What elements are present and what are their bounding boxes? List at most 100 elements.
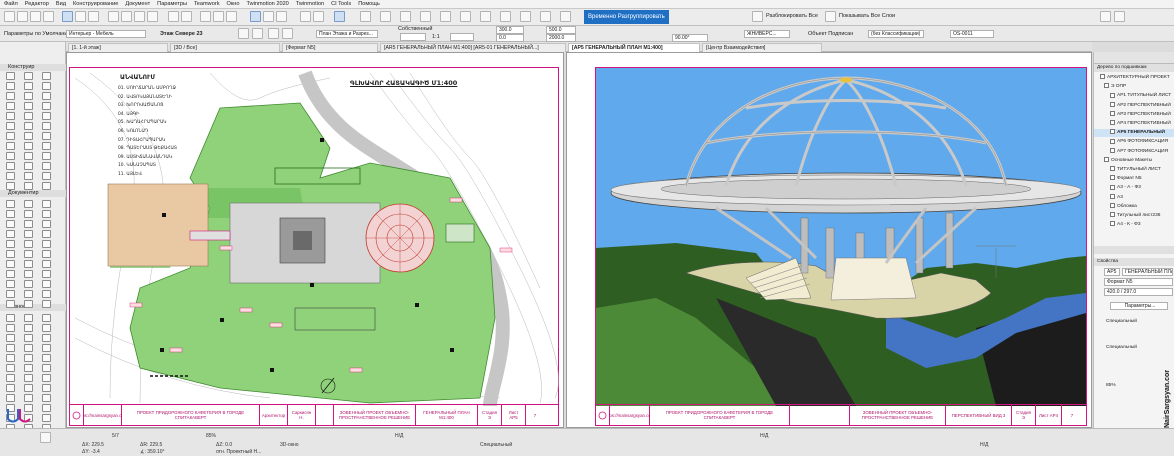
tab-format-n5[interactable]: [Фермат N5] xyxy=(282,43,378,52)
navigator-item[interactable]: AP6 ФОТОФИКСАЦИЯ xyxy=(1094,138,1174,146)
level-dim-tool-icon[interactable] xyxy=(6,260,15,268)
elevate-icon[interactable] xyxy=(147,11,158,22)
layout-pane-right[interactable]: https://mainsargsyan.com ПРОЕКТ ПРИДОРОЖ… xyxy=(566,52,1092,428)
corner-window-tool-icon[interactable] xyxy=(42,344,51,352)
grid-snap-icon[interactable] xyxy=(168,11,179,22)
prop-name-field[interactable]: ГЕНЕРАЛЬНЫЙ ПЛАН М1:4 xyxy=(1122,268,1173,276)
label-tool-icon[interactable] xyxy=(42,260,51,268)
tab-ap5-plan-active[interactable]: [AP5 ГЕНЕРАЛЬНЫЙ ПЛАН М1:400] xyxy=(568,43,700,52)
morph-tool-icon[interactable] xyxy=(42,354,51,362)
drawing-tool-icon[interactable] xyxy=(24,280,33,288)
slab-icon[interactable] xyxy=(460,11,471,22)
worksheet-tool-icon[interactable] xyxy=(42,290,51,298)
mirror-icon[interactable] xyxy=(134,11,145,22)
wall-icon[interactable] xyxy=(440,11,451,22)
menu-item[interactable]: Редактор xyxy=(25,1,49,7)
prop-format-field[interactable]: Формат N5 xyxy=(1104,278,1173,286)
dimension-tool-icon[interactable] xyxy=(6,132,15,140)
navigator-item[interactable]: AP5 ГЕНЕРАЛЬНЫЙ xyxy=(1094,129,1174,138)
menu-item[interactable]: Конструирование xyxy=(73,1,118,7)
documents-header[interactable]: Документир xyxy=(0,190,66,197)
curtain-wall-tool-icon[interactable] xyxy=(6,220,15,228)
id-field[interactable]: OS-0011 xyxy=(950,30,994,38)
fill-tool-icon[interactable] xyxy=(24,142,33,150)
door-tool-icon[interactable] xyxy=(42,92,51,100)
skylight-tool-icon[interactable] xyxy=(42,210,51,218)
level-dim-tool-icon[interactable] xyxy=(42,374,51,382)
zone-tool-icon[interactable] xyxy=(24,122,33,130)
polyline-tool-icon[interactable] xyxy=(24,152,33,160)
navigator-item[interactable]: AP2 ПЕРСПЕКТИВНЫЙ xyxy=(1094,101,1174,110)
hotlink-tool-icon[interactable] xyxy=(6,182,15,190)
shell-icon[interactable] xyxy=(540,11,551,22)
twinmotion-icon[interactable] xyxy=(400,11,411,22)
polyline-tool-icon[interactable] xyxy=(6,280,15,288)
shell-tool-icon[interactable] xyxy=(42,82,51,90)
section-view-icon[interactable] xyxy=(252,28,263,39)
arc-tool-icon[interactable] xyxy=(24,394,33,402)
column-tool-icon[interactable] xyxy=(6,200,15,208)
special-status[interactable]: Специальный xyxy=(480,442,512,448)
section-tool-icon[interactable] xyxy=(6,162,15,170)
elevation-tool-icon[interactable] xyxy=(6,290,15,298)
teamwork-icon[interactable] xyxy=(420,11,431,22)
text-tool-icon[interactable] xyxy=(6,384,15,392)
change-tool-icon[interactable] xyxy=(42,414,51,422)
width-field[interactable]: 500.0 xyxy=(546,26,576,34)
skylight-tool-icon[interactable] xyxy=(24,334,33,342)
elevation-icon[interactable] xyxy=(276,11,287,22)
lamp-tool-icon[interactable] xyxy=(24,364,33,372)
railing-tool-icon[interactable] xyxy=(42,230,51,238)
menu-item[interactable]: CI Tools xyxy=(331,1,351,7)
line-tool-icon[interactable] xyxy=(6,394,15,402)
offset-field[interactable]: 0.0 xyxy=(496,34,524,42)
constructor-header[interactable]: Конструир xyxy=(0,64,66,71)
navigator-item[interactable]: А3 - А - Ф3 xyxy=(1094,184,1174,192)
layer-select[interactable]: Интерьер - Мебель xyxy=(66,30,146,38)
floor-down-icon[interactable] xyxy=(268,28,279,39)
door-tool-icon[interactable] xyxy=(24,220,33,228)
scale-field-b[interactable] xyxy=(450,33,474,41)
floor-plan-icon[interactable] xyxy=(238,28,249,39)
figure-tool-icon[interactable] xyxy=(6,314,15,322)
roof-tool-icon[interactable] xyxy=(24,82,33,90)
curtain-wall-tool-icon[interactable] xyxy=(24,92,33,100)
zone-tool-icon[interactable] xyxy=(6,250,15,258)
fill-tool-icon[interactable] xyxy=(6,270,15,278)
roof-icon[interactable] xyxy=(520,11,531,22)
length-field[interactable]: 2000.0 xyxy=(546,34,576,42)
text-tool-icon[interactable] xyxy=(24,260,33,268)
wall-tool-icon[interactable] xyxy=(42,182,51,190)
elevation-tool-icon[interactable] xyxy=(42,404,51,412)
navigator-item[interactable]: AP3 ПЕРСПЕКТИВНЫЙ xyxy=(1094,111,1174,119)
orbit-icon[interactable] xyxy=(360,11,371,22)
marquee-icon[interactable] xyxy=(75,11,86,22)
magic-wand-icon[interactable] xyxy=(88,11,99,22)
navigator-item[interactable]: ТИТУЛЬНЫЙ ЛИСТ xyxy=(1094,166,1174,174)
arc-tool-icon[interactable] xyxy=(6,152,15,160)
camera-tool-icon[interactable] xyxy=(42,172,51,180)
stair-tool-icon[interactable] xyxy=(24,230,33,238)
menu-item[interactable]: Teamwork xyxy=(194,1,220,7)
morph-tool-icon[interactable] xyxy=(6,240,15,248)
column-tool-icon[interactable] xyxy=(24,72,33,80)
navigator-item[interactable]: AP7 ФОТОФИКСАЦИЯ xyxy=(1094,147,1174,156)
lamp-tool-icon[interactable] xyxy=(6,122,15,130)
menu-item[interactable]: Документ xyxy=(125,1,150,7)
prop-id-field[interactable]: AP5 xyxy=(1104,268,1120,276)
settings-icon[interactable] xyxy=(1114,11,1125,22)
skylight-tool-icon[interactable] xyxy=(6,92,15,100)
navigator-item[interactable]: Обложка xyxy=(1094,203,1174,211)
fit-window-icon[interactable] xyxy=(334,11,345,22)
corner-window-tool-icon[interactable] xyxy=(6,230,15,238)
zone-tool-icon[interactable] xyxy=(42,364,51,372)
section-tool-icon[interactable] xyxy=(42,280,51,288)
window-tool-icon[interactable] xyxy=(6,102,15,110)
temp-regroup-button[interactable]: Временно Разгруппировать xyxy=(584,10,669,24)
menu-item[interactable]: Файл xyxy=(4,1,18,7)
menu-item[interactable]: Twinmotion xyxy=(296,1,324,7)
worksheet-tool-icon[interactable] xyxy=(6,172,15,180)
navigator-item[interactable]: AP4 ПЕРСПЕКТИВНЫЙ xyxy=(1094,120,1174,128)
zoom-level[interactable]: 85% xyxy=(206,433,216,439)
change-tool-icon[interactable] xyxy=(6,300,15,308)
